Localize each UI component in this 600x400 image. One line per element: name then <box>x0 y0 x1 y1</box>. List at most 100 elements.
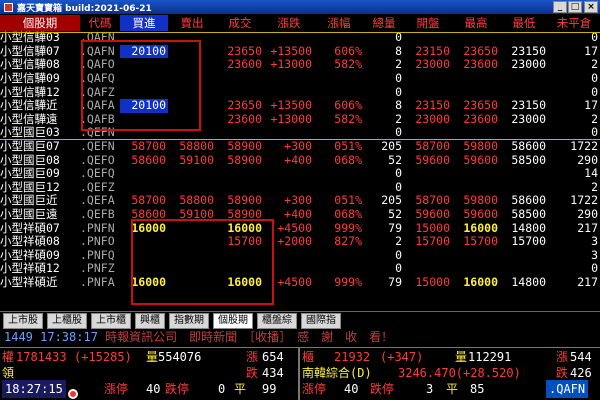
otc-limit-up-label: 漲停 <box>302 382 327 396</box>
column-header[interactable]: 最低 <box>500 15 548 31</box>
table-row[interactable]: 小型祥碩07 .PNFN 16000 16000 +4500 999% 79 15000 160… <box>0 221 600 235</box>
table-row[interactable]: 小型國巨09 .QEFQ 0 14 <box>0 167 600 181</box>
table-cell: 79 <box>388 275 402 289</box>
column-header[interactable]: 買進 <box>120 15 168 31</box>
column-header[interactable]: 未平倉 <box>548 15 600 31</box>
market-tab[interactable]: 上市股 <box>3 313 43 329</box>
app-window: 嘉天寶寶箱 build:2021-06-21 _ □ × 個股期 代碼 買進 賣… <box>0 0 600 400</box>
table-row[interactable]: 小型信驊07 .QAFN 20100 23650 +13500 606% 8 23150 236… <box>0 44 600 59</box>
maximize-button[interactable]: □ <box>568 1 582 13</box>
table-row[interactable]: 小型祥碩近 .PNFA 16000 16000 +4500 999% 79 15000 1600… <box>0 276 600 290</box>
table-cell: 15700 <box>511 234 546 249</box>
table-row[interactable]: 小型祥碩12 .PNFZ 0 0 <box>0 262 600 276</box>
app-icon <box>4 2 13 12</box>
table-cell: 0 <box>395 166 402 181</box>
table-row[interactable]: 小型信驊遠 .QAFB 23600 +13000 582% 2 23000 23600 2300… <box>0 113 600 127</box>
table-cell <box>314 31 364 45</box>
table-row[interactable]: 小型祥碩08 .PNFO 15700 +2000 827% 2 15700 15700 1570… <box>0 235 600 249</box>
contract-name: 小型祥碩09 <box>0 248 60 262</box>
table-cell: 58900 <box>227 207 262 222</box>
table-row[interactable]: 小型國巨03 .QEFN 0 0 <box>0 126 600 140</box>
column-header[interactable]: 最高 <box>452 15 500 31</box>
table-cell: 23600 <box>227 112 262 126</box>
column-header[interactable]: 個股期 <box>0 15 80 31</box>
column-header[interactable]: 漲幅 <box>314 15 364 31</box>
table-cell: 0 <box>395 126 402 140</box>
table-row[interactable]: 小型信驊08 .QAFO 23600 +13000 582% 2 23000 23600 230… <box>0 58 600 72</box>
contract-code: .QEFA <box>80 194 115 208</box>
market-tab[interactable]: 指數期 <box>169 313 209 329</box>
table-cell <box>404 85 452 99</box>
market-tab[interactable]: 興櫃 <box>135 313 165 329</box>
table-row[interactable]: 小型祥碩09 .PNFQ 0 3 <box>0 249 600 263</box>
table-cell: 59600 <box>415 207 450 222</box>
table-row[interactable]: 小型信驊近 .QAFA 20100 23650 +13500 606% 8 23150 2365… <box>0 98 600 113</box>
market-tab[interactable]: 上市櫃 <box>91 313 131 329</box>
table-cell <box>500 31 548 45</box>
record-icon[interactable] <box>68 384 78 400</box>
table-cell: 23650 <box>463 98 498 113</box>
contract-code: .QAFA <box>80 98 115 113</box>
market-tab[interactable]: 櫃盤綜 <box>257 313 297 329</box>
table-row[interactable]: 小型信驊09 .QAFQ 0 0 <box>0 72 600 86</box>
table-cell: 827% <box>334 234 362 249</box>
contract-code: .QAFB <box>80 112 115 126</box>
table-cell: 15700 <box>227 234 262 249</box>
table-row[interactable]: 小型信驊12 .QAFZ 0 0 <box>0 85 600 99</box>
column-header[interactable]: 開盤 <box>404 15 452 31</box>
table-cell <box>500 249 548 263</box>
contract-name: 小型國巨遠 <box>0 207 58 222</box>
table-cell: 217 <box>577 221 598 235</box>
table-cell: 23150 <box>415 44 450 58</box>
market-tab[interactable]: 上櫃股 <box>47 313 87 329</box>
close-button[interactable]: × <box>584 1 598 13</box>
table-cell <box>168 262 216 276</box>
table-cell: +400 <box>284 207 312 222</box>
contract-code: .PNFA <box>80 275 115 289</box>
table-cell: 068% <box>334 153 362 167</box>
news-ticker: 1449 17:38:17 時報資訊公司 即時新聞 ［收播］ 感 謝 收 看！ <box>0 329 600 346</box>
table-cell <box>314 72 364 86</box>
table-cell <box>168 85 216 99</box>
column-header[interactable]: 代碼 <box>80 15 120 31</box>
table-cell <box>452 262 500 276</box>
table-cell <box>216 167 264 181</box>
table-cell <box>500 85 548 99</box>
market-tab[interactable]: 個股期 <box>213 313 253 329</box>
market-tab[interactable]: 國際指 <box>301 313 341 329</box>
column-header[interactable]: 漲跌 <box>264 15 314 31</box>
table-cell <box>452 31 500 45</box>
column-header[interactable]: 賣出 <box>168 15 216 31</box>
current-code[interactable]: .QAFN <box>546 380 589 398</box>
contract-name: 小型國巨12 <box>0 180 60 194</box>
table-cell <box>120 58 168 72</box>
table-cell: 58900 <box>227 139 262 154</box>
table-cell <box>264 167 314 181</box>
table-row[interactable]: 小型國巨07 .QEFN 58700 58800 58900 +300 051% 205 587… <box>0 140 600 154</box>
table-cell: 58900 <box>227 194 262 208</box>
table-cell <box>264 85 314 99</box>
table-cell: 58800 <box>179 194 214 208</box>
table-row[interactable]: 小型國巨08 .QEFO 58600 59100 58900 +400 068% 52 5960… <box>0 153 600 167</box>
minimize-button[interactable]: _ <box>553 1 567 13</box>
table-cell: 0 <box>591 262 598 276</box>
table-row[interactable]: 小型國巨近 .QEFA 58700 58800 58900 +300 051% 205 5870… <box>0 194 600 208</box>
contract-code: .PNFQ <box>80 248 115 262</box>
column-header[interactable]: 總量 <box>364 15 404 31</box>
table-cell: 217 <box>577 275 598 289</box>
table-cell: 16000 <box>227 275 262 289</box>
flat-label: 平 <box>234 382 247 396</box>
table-cell: 58900 <box>227 153 262 167</box>
contract-code: .PNFO <box>80 234 115 249</box>
table-cell: 17 <box>584 44 598 58</box>
table-row[interactable]: 小型國巨12 .QEFZ 0 2 <box>0 181 600 195</box>
table-cell: 0 <box>591 31 598 45</box>
table-row[interactable]: 小型信驊03 .QAFN 0 0 <box>0 31 600 45</box>
contract-code: .QAFZ <box>80 85 115 99</box>
table-cell: 15700 <box>463 234 498 249</box>
column-header[interactable]: 成交 <box>216 15 264 31</box>
table-cell <box>452 181 500 195</box>
table-cell: 23000 <box>415 112 450 126</box>
table-cell: +4500 <box>277 221 312 235</box>
table-row[interactable]: 小型國巨遠 .QEFB 58600 59100 58900 +400 068% 52 59600… <box>0 208 600 222</box>
